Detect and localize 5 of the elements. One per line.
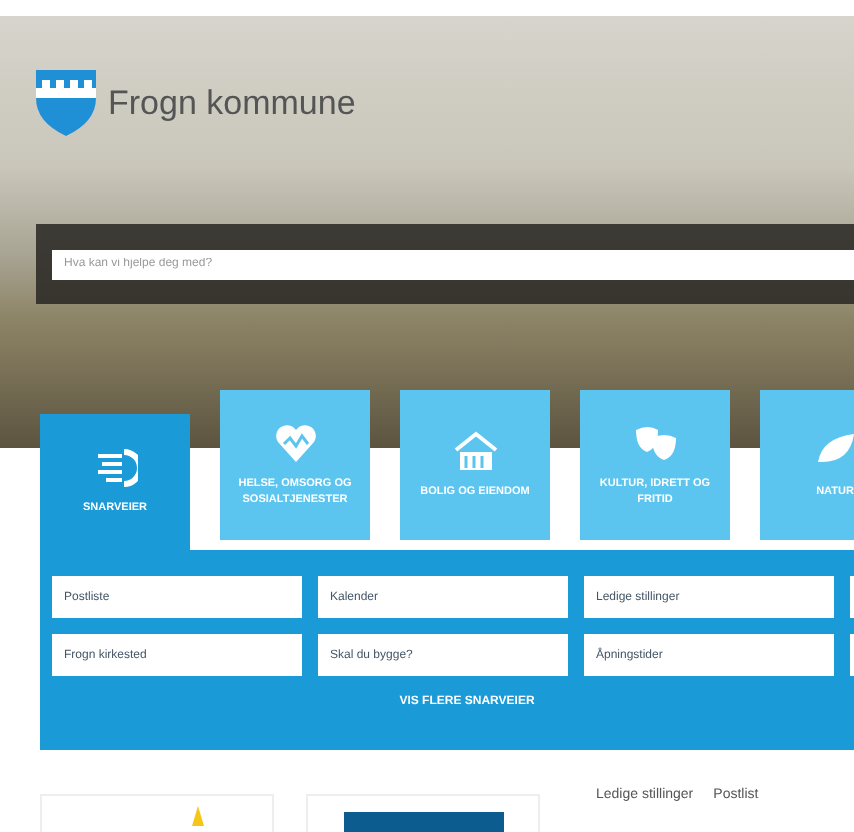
logo-text: Frogn kommune <box>108 83 356 123</box>
house-icon <box>453 429 497 474</box>
heart-icon <box>273 422 317 467</box>
coat-of-arms-icon <box>36 70 96 136</box>
speed-icon <box>93 446 137 491</box>
